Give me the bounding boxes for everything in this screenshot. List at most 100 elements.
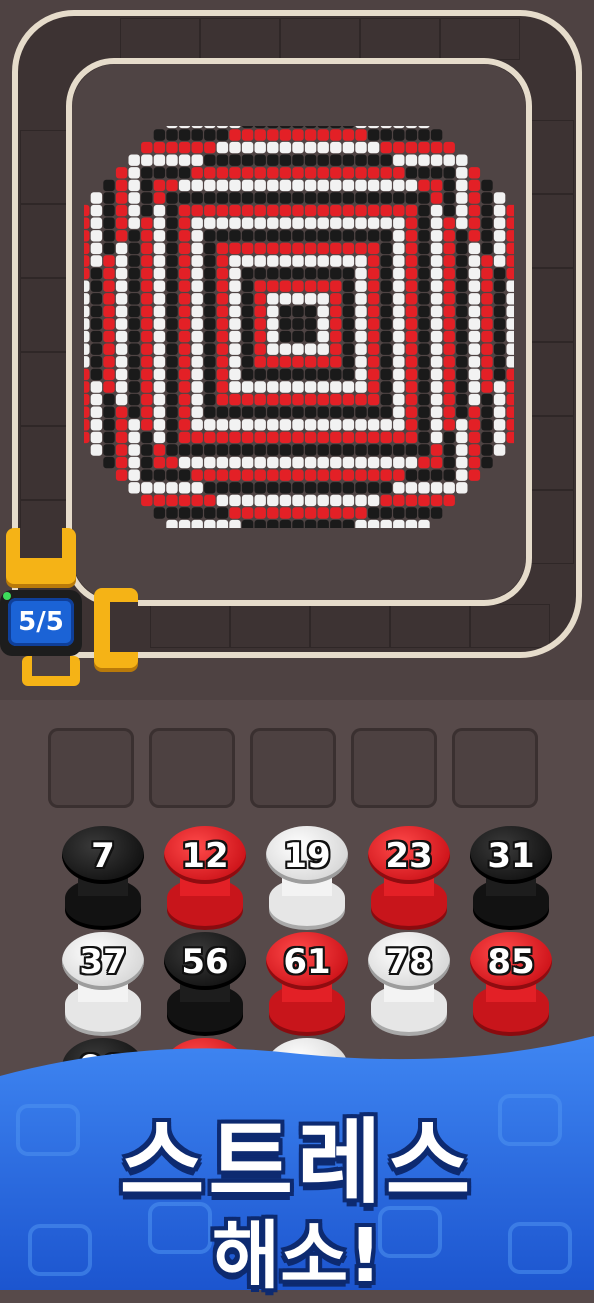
bead [141,255,153,267]
bead [267,267,279,280]
bead [342,393,355,406]
bead [128,482,140,494]
bead [481,330,493,343]
spool[interactable]: 85 [470,932,552,1036]
bead [166,217,178,229]
bead [481,179,493,192]
bead [367,230,380,242]
bead [405,330,418,343]
bead [393,293,405,305]
bead [229,381,241,393]
bead [355,381,367,393]
bead [90,230,103,242]
bead [242,126,254,129]
bead [153,141,166,154]
bead [443,230,455,242]
bead [191,482,203,494]
bead [254,419,266,431]
bead [405,406,418,418]
bead [229,255,241,267]
bead [468,456,481,469]
bead [166,406,178,418]
counter-label: 5/5 [8,598,74,646]
spool[interactable]: 61 [266,932,348,1036]
bead [317,141,329,154]
bead [367,381,380,393]
bead [393,393,405,406]
bead [191,242,203,255]
bead [153,330,166,343]
bead [204,230,216,242]
bead [430,255,443,267]
bead [254,469,266,481]
bead [229,431,241,444]
bead [355,343,367,355]
bead [342,356,355,368]
bead [355,305,367,318]
bead [115,267,128,280]
holding-slot[interactable] [48,728,134,808]
bead [229,494,241,507]
holding-slot[interactable] [351,728,437,808]
spool[interactable]: 23 [368,826,450,930]
bead [166,343,178,355]
spool[interactable]: 7 [62,826,144,930]
spool-number: 37 [79,942,127,982]
bead [254,482,266,494]
bead [178,507,191,519]
bead [493,330,506,343]
holding-slot[interactable] [250,728,336,808]
bead [355,280,367,292]
bead [103,318,115,330]
bead [229,330,241,343]
bead [418,419,430,431]
spool[interactable]: 19 [266,826,348,930]
bead [456,381,468,393]
bead [204,431,216,444]
bead [456,343,468,355]
spool[interactable]: 78 [368,932,450,1036]
bead [166,154,178,166]
bead [267,482,279,494]
bead [191,230,203,242]
bead [304,167,317,179]
bead [254,519,266,528]
bead [342,330,355,343]
bead [456,167,468,179]
bead [292,507,304,519]
bead [317,494,329,507]
spool[interactable]: 56 [164,932,246,1036]
bead [405,154,418,166]
holding-slot[interactable] [149,728,235,808]
bead [204,469,216,481]
bead [342,368,355,381]
spool[interactable]: 31 [470,826,552,930]
bead [481,280,493,292]
bead [84,356,90,368]
bead [481,255,493,267]
bead [493,431,506,444]
spool[interactable]: 12 [164,826,246,930]
bead [216,126,228,129]
bead [405,167,418,179]
bead [443,368,455,381]
bead [380,343,392,355]
bead [292,280,304,292]
bead [254,381,266,393]
bead [292,293,304,305]
bead [229,507,241,519]
bead [443,280,455,292]
bead [367,494,380,507]
bead [304,305,317,318]
holding-slot[interactable] [452,728,538,808]
bead [141,419,153,431]
bead [430,444,443,456]
bead [380,419,392,431]
bead [317,167,329,179]
bead [279,280,292,292]
bead [430,242,443,255]
bead [317,126,329,129]
bead [178,482,191,494]
spool[interactable]: 37 [62,932,144,1036]
bead [330,204,342,217]
